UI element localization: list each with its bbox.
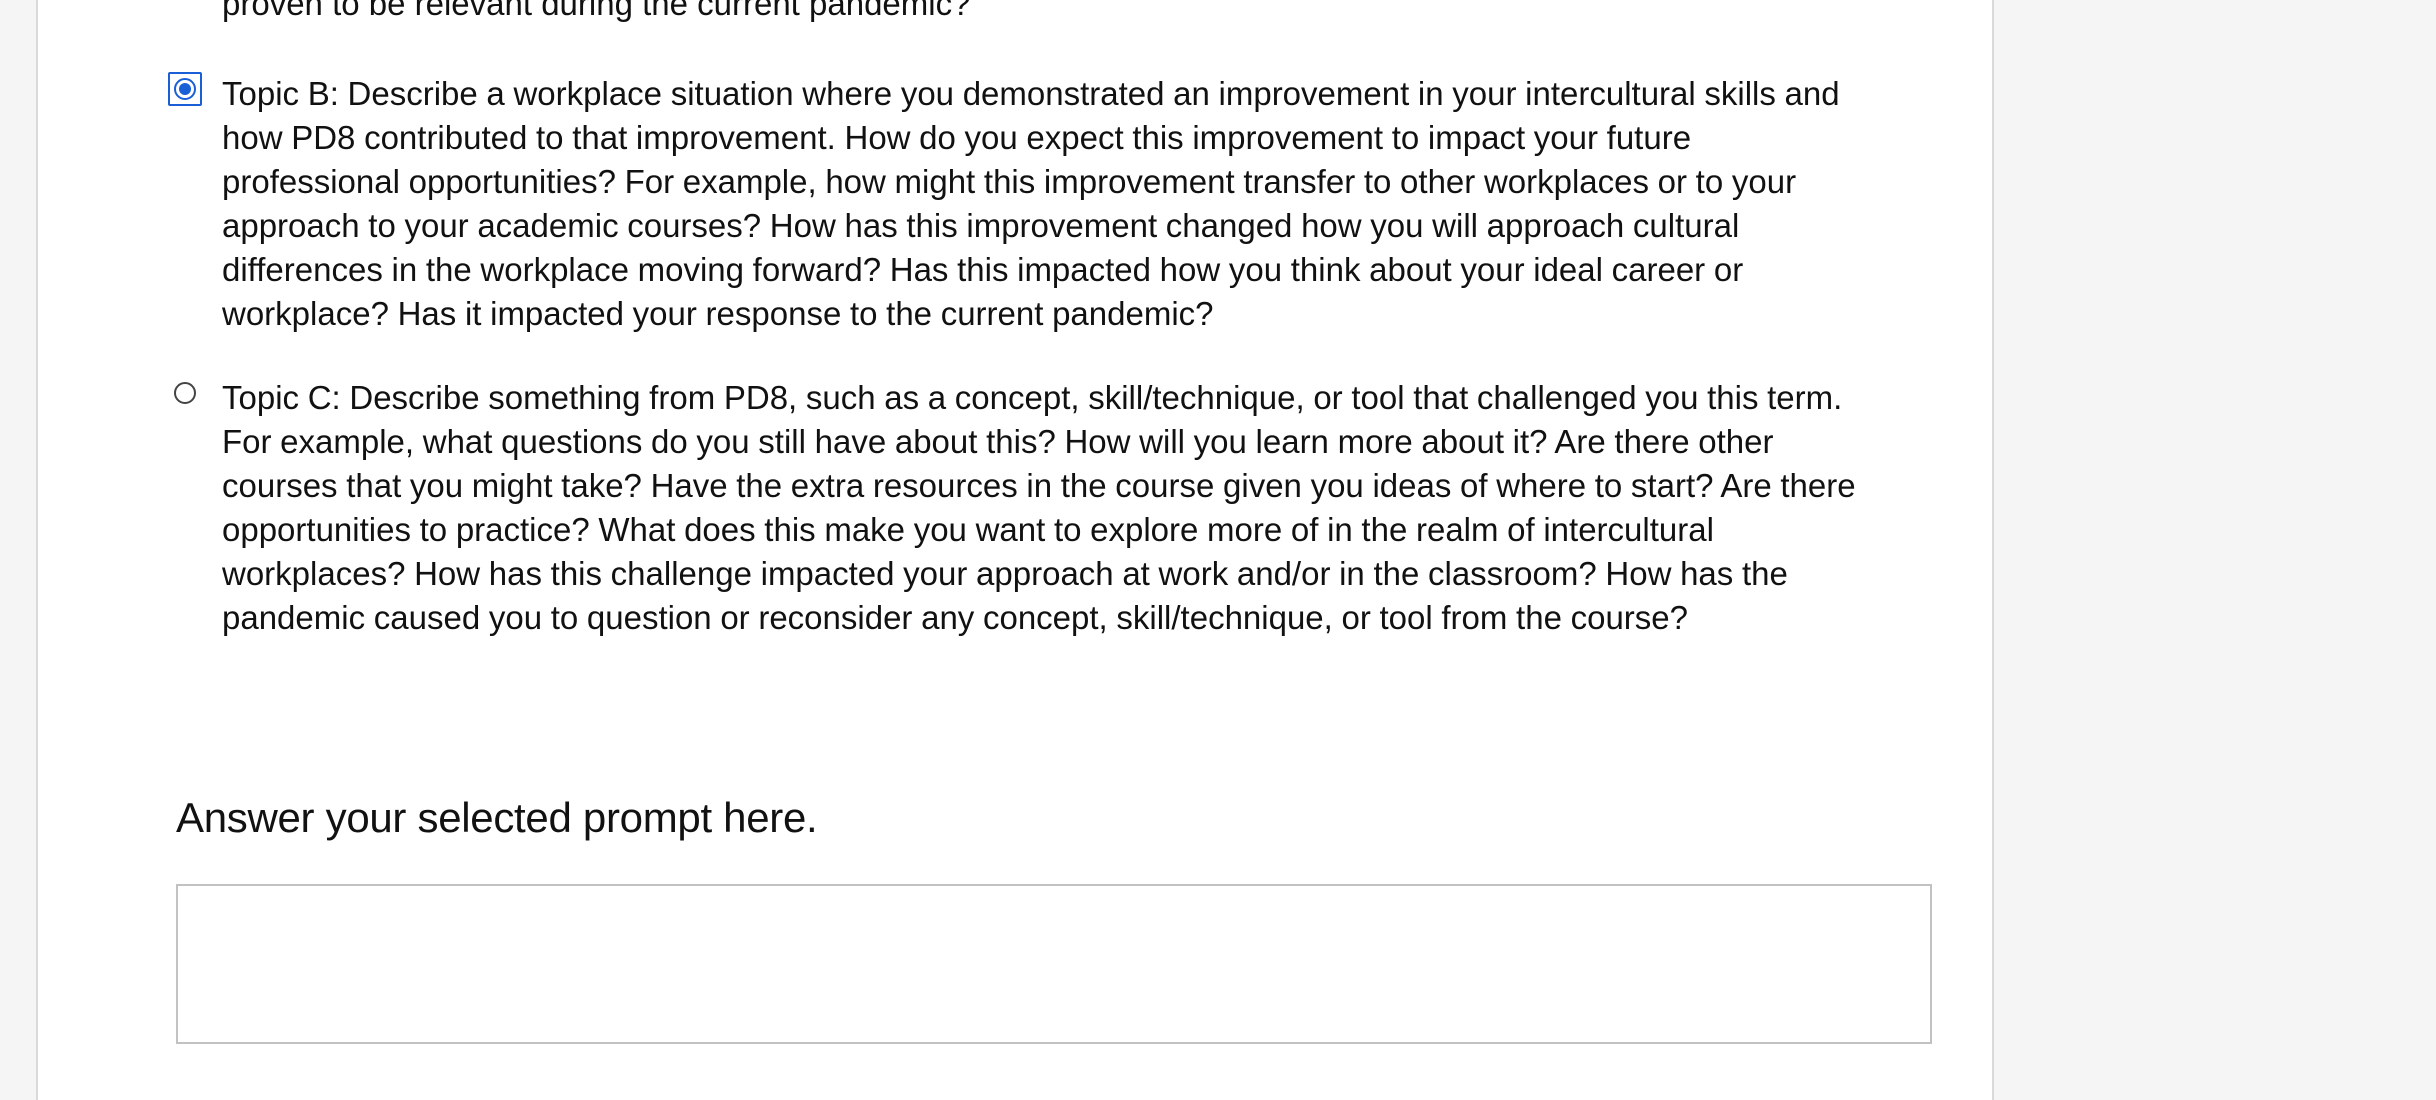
topic-b-label: Topic B: Describe a workplace situation … <box>222 75 1840 332</box>
answer-textarea[interactable] <box>176 884 1932 1044</box>
topic-c-radio[interactable] <box>174 382 196 404</box>
radio-selected-dot <box>179 83 191 95</box>
topic-c-label: Topic C: Describe something from PD8, su… <box>222 379 1856 636</box>
content-panel: proven to be relevant during the current… <box>36 0 1994 1100</box>
answer-heading: Answer your selected prompt here. <box>176 794 818 841</box>
topic-b-radio[interactable] <box>174 78 196 100</box>
previous-option-text: proven to be relevant during the current… <box>222 0 971 22</box>
